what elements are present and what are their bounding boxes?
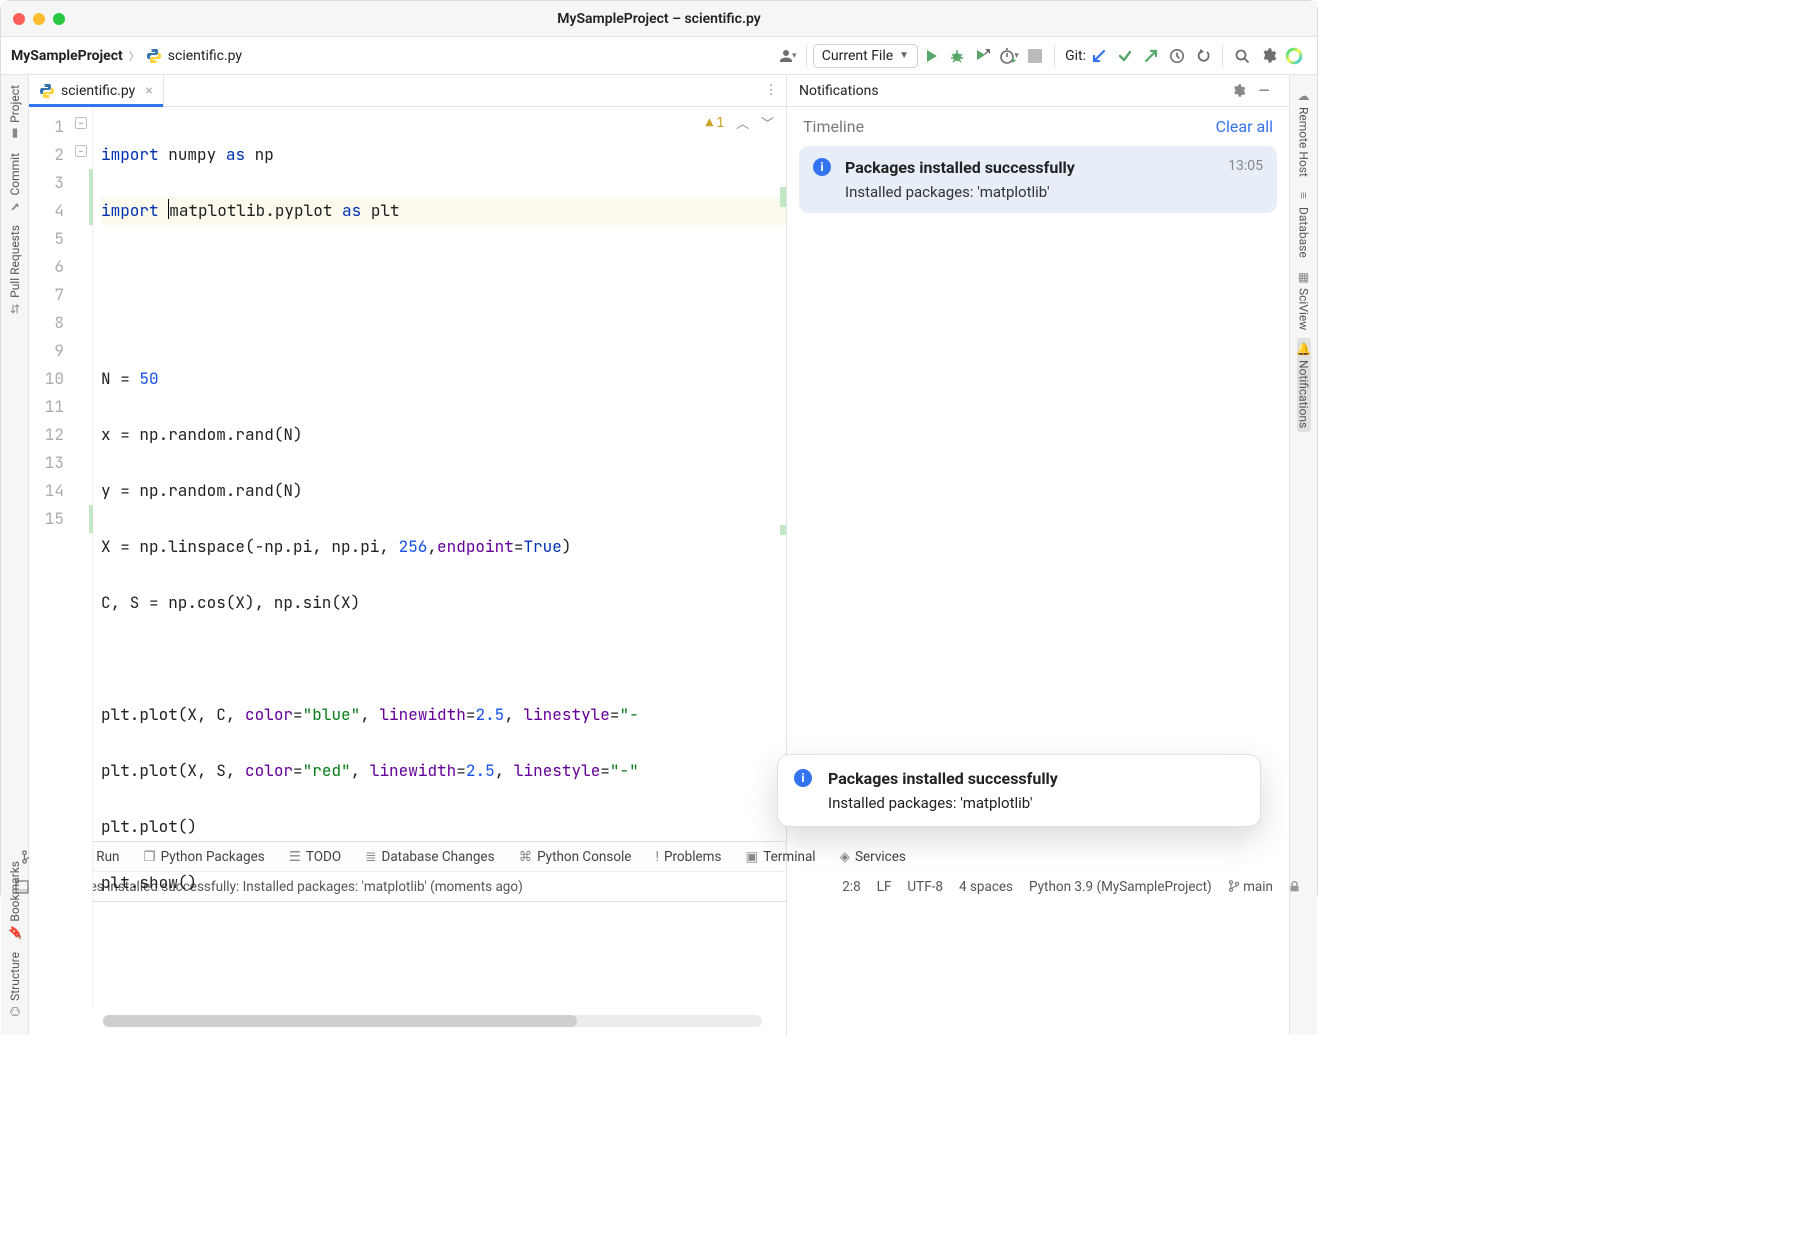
fold-icon[interactable]: – bbox=[75, 117, 87, 129]
lock-icon[interactable] bbox=[1283, 876, 1305, 898]
notification-card[interactable]: i Packages installed successfully 13:05 … bbox=[799, 146, 1277, 213]
git-branch[interactable]: main bbox=[1220, 879, 1281, 895]
tab-label: scientific.py bbox=[61, 83, 135, 99]
search-icon[interactable] bbox=[1231, 45, 1253, 67]
breadcrumb-project[interactable]: MySampleProject bbox=[11, 48, 123, 64]
main-area: ▮Project ✔Commit ⇆Pull Requests 🔖Bookmar… bbox=[1, 75, 1317, 841]
info-icon: i bbox=[794, 769, 812, 787]
fold-icon[interactable]: – bbox=[75, 145, 87, 157]
vcs-commit-icon[interactable] bbox=[1114, 45, 1136, 67]
close-window-icon[interactable] bbox=[13, 13, 25, 25]
warning-icon: ▲ bbox=[706, 114, 714, 131]
code-with-me-icon[interactable]: ▾ bbox=[776, 45, 798, 67]
toast-body: Installed packages: 'matplotlib' bbox=[828, 794, 1244, 812]
sciview-icon: ▦ bbox=[1297, 270, 1311, 284]
panel-title: Notifications bbox=[799, 83, 879, 99]
clear-all-link[interactable]: Clear all bbox=[1216, 117, 1273, 136]
file-encoding[interactable]: UTF-8 bbox=[899, 879, 951, 895]
toast-title: Packages installed successfully bbox=[828, 769, 1244, 788]
git-label: Git: bbox=[1065, 48, 1086, 64]
vcs-push-icon[interactable] bbox=[1140, 45, 1162, 67]
tool-commit[interactable]: ✔Commit bbox=[8, 149, 22, 218]
run-with-coverage-icon[interactable] bbox=[972, 45, 994, 67]
debug-icon[interactable] bbox=[946, 45, 968, 67]
branch-icon bbox=[1228, 879, 1240, 895]
vcs-history-icon[interactable] bbox=[1166, 45, 1188, 67]
remote-host-icon: ☁ bbox=[1297, 89, 1311, 103]
prev-highlight-icon[interactable]: ︿ bbox=[734, 115, 751, 132]
timeline-label: Timeline bbox=[803, 117, 864, 136]
structure-icon: ⌬ bbox=[8, 1005, 22, 1019]
minimize-window-icon[interactable] bbox=[33, 13, 45, 25]
vcs-update-icon[interactable] bbox=[1088, 45, 1110, 67]
tool-database[interactable]: ≡Database bbox=[1297, 185, 1311, 262]
window-controls bbox=[13, 13, 65, 25]
run-config-label: Current File bbox=[822, 48, 893, 64]
folder-icon: ▮ bbox=[8, 127, 22, 141]
window-title: MySampleProject – scientific.py bbox=[1, 11, 1317, 27]
vcs-rollback-icon[interactable] bbox=[1192, 45, 1214, 67]
breadcrumb-file[interactable]: scientific.py bbox=[168, 48, 242, 64]
chevron-right-icon: 〉 bbox=[129, 48, 140, 64]
hide-panel-icon[interactable]: — bbox=[1253, 80, 1275, 102]
notifications-header: Notifications — bbox=[787, 75, 1289, 107]
tool-pull-requests[interactable]: ⇆Pull Requests bbox=[8, 221, 22, 320]
pull-request-icon: ⇆ bbox=[8, 302, 22, 316]
scrollbar-thumb[interactable] bbox=[103, 1015, 577, 1027]
caret-position[interactable]: 2:8 bbox=[834, 879, 868, 895]
line-separator[interactable]: LF bbox=[869, 879, 900, 895]
stop-icon bbox=[1024, 45, 1046, 67]
chevron-down-icon: ▼ bbox=[899, 50, 909, 61]
tool-remote-host[interactable]: ☁Remote Host bbox=[1297, 85, 1311, 181]
close-tab-icon[interactable]: × bbox=[145, 83, 152, 99]
inspection-widget[interactable]: ▲1 ︿ ﹀ bbox=[706, 113, 776, 132]
tool-notifications[interactable]: 🔔Notifications bbox=[1297, 338, 1311, 432]
title-bar: MySampleProject – scientific.py bbox=[1, 1, 1317, 37]
tool-services[interactable]: ◈Services bbox=[830, 849, 916, 865]
editor-gutter[interactable]: 123 456 789 101112 131415 bbox=[29, 107, 93, 1009]
tool-sciview[interactable]: ▦SciView bbox=[1297, 266, 1311, 334]
code-body[interactable]: import numpy as np import matplotlib.pyp… bbox=[93, 107, 786, 1009]
nav-toolbar: MySampleProject 〉 scientific.py ▾ Curren… bbox=[1, 37, 1317, 75]
run-icon[interactable] bbox=[920, 45, 942, 67]
tool-structure[interactable]: ⌬Structure bbox=[8, 948, 22, 1023]
breadcrumb[interactable]: MySampleProject 〉 scientific.py bbox=[11, 48, 242, 64]
notification-toast[interactable]: i Packages installed successfully Instal… bbox=[777, 754, 1261, 827]
panel-settings-icon[interactable] bbox=[1227, 80, 1249, 102]
bookmark-icon: 🔖 bbox=[8, 926, 22, 940]
vcs-change-marker bbox=[89, 505, 93, 533]
commit-icon: ✔ bbox=[8, 199, 22, 213]
editor-tabs: scientific.py × ⋮ bbox=[29, 75, 786, 107]
editor-area: scientific.py × ⋮ 123 456 789 101112 131… bbox=[29, 75, 787, 1035]
notification-body: Installed packages: 'matplotlib' bbox=[845, 183, 1263, 201]
next-highlight-icon[interactable]: ﹀ bbox=[759, 115, 776, 132]
notification-time: 13:05 bbox=[1228, 158, 1263, 174]
editor-tab[interactable]: scientific.py × bbox=[29, 75, 164, 106]
notification-title: Packages installed successfully bbox=[845, 158, 1220, 177]
ide-logo-icon[interactable] bbox=[1283, 45, 1305, 67]
services-icon: ◈ bbox=[840, 849, 850, 865]
python-file-icon bbox=[146, 48, 162, 64]
database-icon: ≡ bbox=[1297, 189, 1311, 203]
profile-icon[interactable]: ▾ bbox=[998, 45, 1020, 67]
indent-setting[interactable]: 4 spaces bbox=[951, 879, 1021, 895]
vcs-change-marker bbox=[89, 169, 93, 225]
python-file-icon bbox=[39, 83, 55, 99]
tool-project[interactable]: ▮Project bbox=[8, 81, 22, 145]
zoom-window-icon[interactable] bbox=[53, 13, 65, 25]
editor-horizontal-scrollbar[interactable] bbox=[103, 1015, 762, 1027]
run-config-selector[interactable]: Current File ▼ bbox=[813, 44, 918, 68]
python-interpreter[interactable]: Python 3.9 (MySampleProject) bbox=[1021, 879, 1220, 895]
tab-options-icon[interactable]: ⋮ bbox=[756, 75, 786, 106]
settings-icon[interactable] bbox=[1257, 45, 1279, 67]
code-editor[interactable]: 123 456 789 101112 131415 import numpy a… bbox=[29, 107, 786, 1009]
bell-icon: 🔔 bbox=[1297, 342, 1311, 356]
tool-bookmarks[interactable]: 🔖Bookmarks bbox=[8, 857, 22, 944]
info-icon: i bbox=[813, 158, 831, 176]
